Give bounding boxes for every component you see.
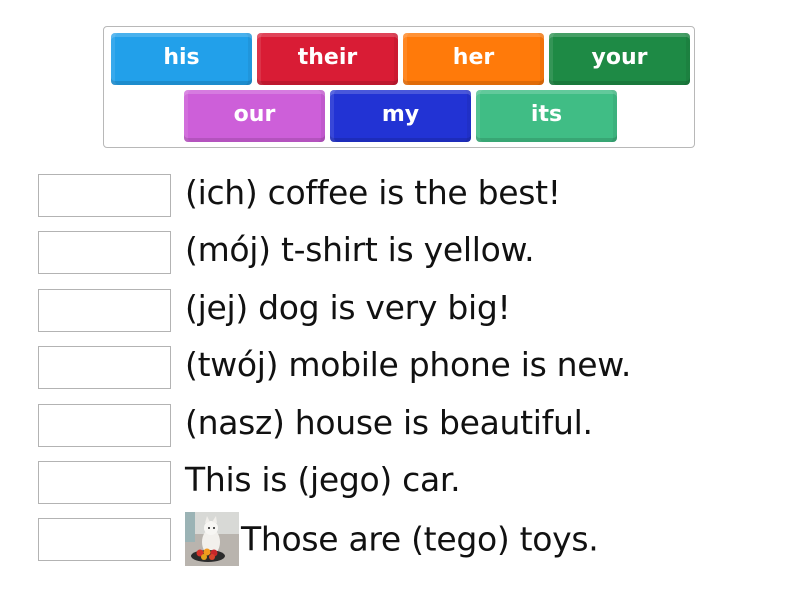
answer-slot[interactable] [38,289,171,332]
answer-slot[interactable] [38,174,171,217]
sentence-text: Those are (tego) toys. [241,519,599,559]
tile-my[interactable]: my [330,90,471,142]
sentence-row: (twój) mobile phone is new. [38,345,778,392]
tile-their[interactable]: their [257,33,398,85]
sentence-row: (mój) t-shirt is yellow. [38,230,778,277]
tile-our[interactable]: our [184,90,325,142]
sentence-row: (jej) dog is very big! [38,288,778,335]
sentence-text: This is (jego) car. [185,460,461,499]
answer-slot[interactable] [38,231,171,274]
sentence-row: Those are (tego) toys. [38,512,778,566]
sentence-row: (nasz) house is beautiful. [38,403,778,450]
sentence-row: This is (jego) car. [38,460,778,507]
sentence-text: (nasz) house is beautiful. [185,403,593,442]
answer-slot[interactable] [38,518,171,561]
answer-slot[interactable] [38,346,171,389]
dog-toy-image [185,512,239,566]
sentence-text: (ich) coffee is the best! [185,173,561,212]
sentence-text: (twój) mobile phone is new. [185,345,632,384]
tile-her[interactable]: her [403,33,544,85]
sentence-row: (ich) coffee is the best! [38,173,778,220]
tile-your[interactable]: your [549,33,690,85]
tile-his[interactable]: his [111,33,252,85]
tile-its[interactable]: its [476,90,617,142]
sentence-text-with-image: Those are (tego) toys. [185,512,599,568]
answer-slot[interactable] [38,461,171,504]
sentence-text: (mój) t-shirt is yellow. [185,230,535,269]
word-bank: his their her your our my its [103,26,695,148]
answer-slot[interactable] [38,404,171,447]
sentence-text: (jej) dog is very big! [185,288,511,327]
